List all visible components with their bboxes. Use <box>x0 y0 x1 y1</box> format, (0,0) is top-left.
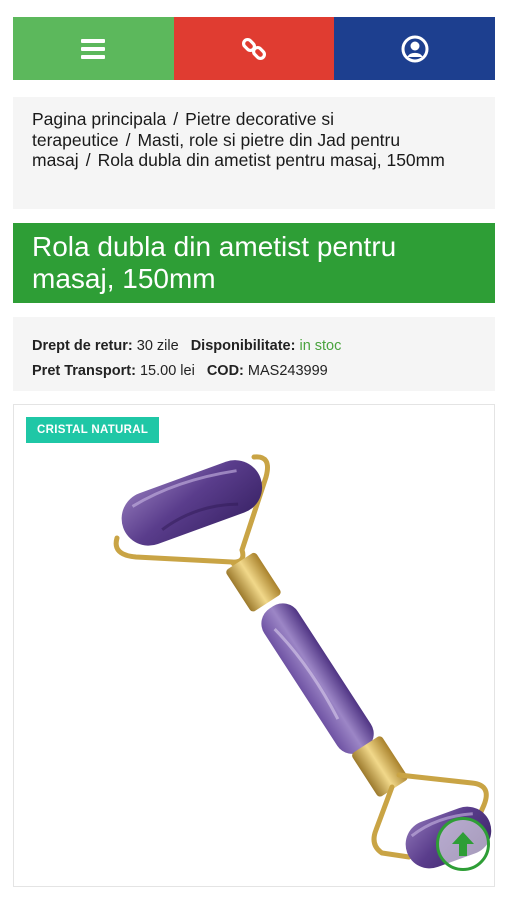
account-button[interactable] <box>334 17 496 80</box>
code-label: COD: <box>206 363 244 379</box>
breadcrumb-separator: / <box>125 129 131 150</box>
product-info: Drept de retur: 30 zile Disponibilitate:… <box>13 317 495 391</box>
page-title: Rola dubla din ametist pentru masaj, 150… <box>32 231 397 294</box>
shipping-label: Pret Transport: <box>32 363 136 379</box>
breadcrumb: Pagina principala / Pietre decorative si t… <box>13 97 495 209</box>
links-button[interactable] <box>173 17 335 80</box>
code-value: MAS243999 <box>247 363 328 379</box>
info-row-2: Pret Transport: 15.00 lei COD: MAS243999 <box>32 359 495 384</box>
hamburger-menu-icon <box>81 38 106 59</box>
return-value: 30 zile <box>136 338 179 354</box>
menu-button[interactable] <box>13 17 174 80</box>
scroll-to-top-button[interactable] <box>436 817 490 871</box>
breadcrumb-separator: / <box>173 109 179 129</box>
top-navigation <box>13 17 496 80</box>
breadcrumb-separator: / <box>85 150 91 170</box>
shipping-value: 15.00 lei <box>139 363 195 379</box>
amethyst-face-roller-image <box>113 454 492 869</box>
arrow-up-icon <box>452 832 474 856</box>
return-label: Drept de retur: <box>32 338 133 354</box>
breadcrumb-item-current: Rola dubla din ametist pentru masaj, 150… <box>97 150 445 170</box>
natural-crystal-badge: CRISTAL NATURAL <box>26 417 160 443</box>
user-account-icon <box>401 35 429 62</box>
info-row-1: Drept de retur: 30 zile Disponibilitate:… <box>32 334 495 359</box>
product-image-card[interactable]: CRISTAL NATURAL <box>13 404 495 887</box>
availability-value: in stoc <box>299 338 342 354</box>
breadcrumb-item-home[interactable]: Pagina principala <box>32 109 166 129</box>
chain-link-icon <box>241 37 267 60</box>
availability-label: Disponibilitate: <box>190 338 296 354</box>
product-title-bar: Rola dubla din ametist pentru masaj, 150… <box>13 223 495 303</box>
